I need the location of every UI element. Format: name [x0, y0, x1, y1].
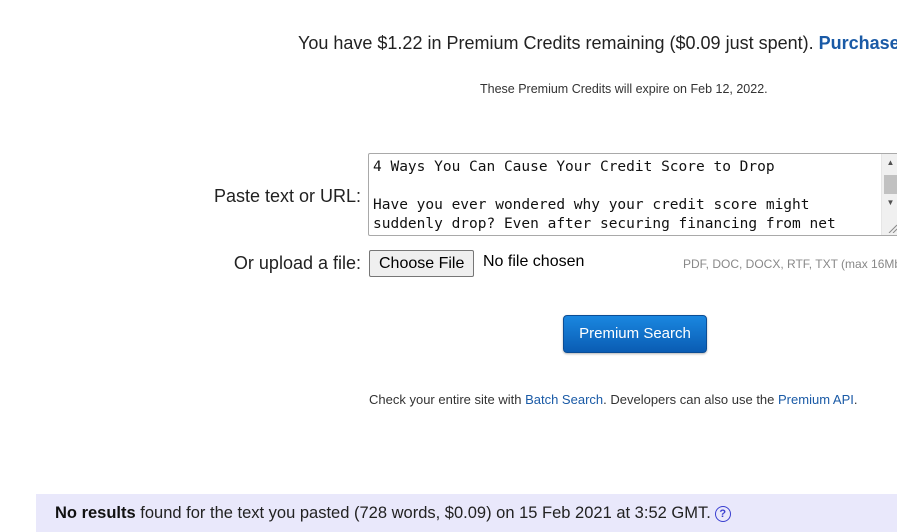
batch-suffix-text: .: [853, 392, 858, 407]
question-circle-icon[interactable]: ?: [714, 506, 731, 522]
results-message: No results found for the text you pasted…: [55, 504, 731, 523]
upload-file-label: Or upload a file:: [233, 253, 361, 273]
choose-file-button[interactable]: Choose File: [369, 250, 475, 277]
batch-search-line: Check your entire site with Batch Search…: [369, 392, 858, 407]
no-results-label: No results: [55, 504, 136, 522]
no-file-chosen-text: No file chosen: [483, 253, 585, 270]
results-detail-text: found for the text you pasted (728 words…: [135, 504, 711, 522]
batch-search-link[interactable]: Batch Search: [525, 392, 603, 407]
text-input-box: 4 Ways You Can Cause Your Credit Score t…: [368, 153, 897, 236]
premium-api-link[interactable]: Premium API: [778, 392, 854, 407]
scroll-down-arrow-icon[interactable]: ▼: [882, 196, 897, 210]
premium-search-button[interactable]: Premium Search: [563, 315, 707, 353]
paste-text-area[interactable]: 4 Ways You Can Cause Your Credit Score t…: [369, 154, 881, 235]
credits-expiry-notice: These Premium Credits will expire on Feb…: [480, 82, 768, 96]
batch-prefix-text: Check your entire site with: [369, 392, 526, 407]
batch-middle-text: . Developers can also use the: [603, 392, 779, 407]
credits-remaining-text: You have $1.22 in Premium Credits remain…: [298, 33, 819, 53]
supported-formats-hint: PDF, DOC, DOCX, RTF, TXT (max 16Mb: [683, 257, 897, 271]
scroll-thumb[interactable]: [884, 175, 897, 194]
paste-text-label: Paste text or URL:: [213, 186, 361, 206]
scroll-up-arrow-icon[interactable]: ▲: [882, 156, 897, 170]
credits-remaining-line: You have $1.22 in Premium Credits remain…: [298, 33, 897, 54]
results-banner: No results found for the text you pasted…: [36, 494, 897, 532]
purchase-link[interactable]: Purchase: [819, 33, 897, 53]
resize-grip-icon[interactable]: [887, 223, 897, 233]
